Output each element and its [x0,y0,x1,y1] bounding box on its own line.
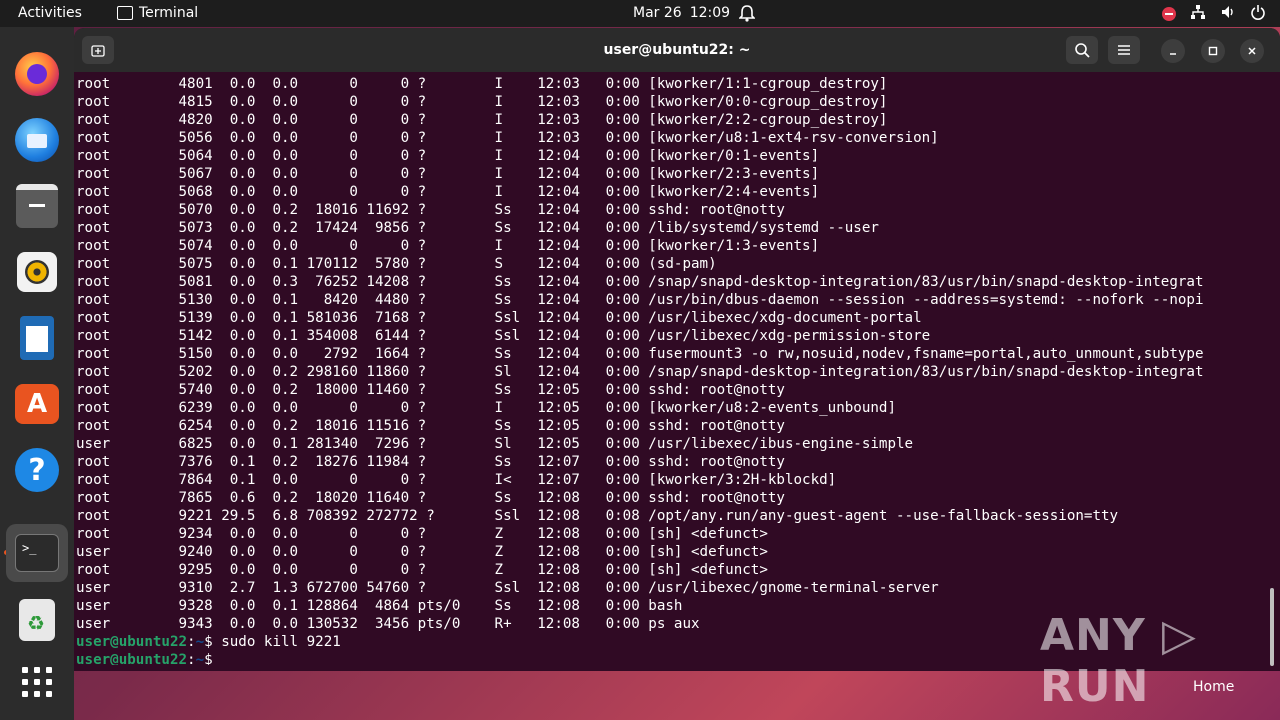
app-name: Terminal [139,5,199,21]
terminal-line: root 5070 0.0 0.2 18016 11692 ? Ss 12:04… [76,202,785,218]
terminal-line: root 5068 0.0 0.0 0 0 ? I 12:04 0:00 [kw… [76,184,820,200]
dock-rhythmbox[interactable] [10,245,64,299]
terminal-icon [117,6,133,20]
prompt-user: user@ubuntu22 [76,652,188,665]
prompt-separator: : [187,634,196,650]
maximize-icon [1208,46,1218,56]
dock-trash[interactable] [10,593,64,647]
clock-date: Mar 26 [633,5,682,21]
menu-button[interactable] [1108,36,1140,64]
terminal-window: user@ubuntu22: ~ root 4801 0.0 0.0 0 0 ?… [74,28,1280,671]
prompt-separator: : [187,652,196,665]
trash-icon [19,599,55,641]
desktop-home-label[interactable]: Home [1193,679,1234,695]
terminal-icon: >_ [15,534,59,572]
volume-icon [1220,4,1236,24]
terminal-line: root 9234 0.0 0.0 0 0 ? Z 12:08 0:00 [sh… [76,526,768,542]
terminal-line: root 5740 0.0 0.2 18000 11460 ? Ss 12:05… [76,382,785,398]
show-apps-button[interactable] [10,655,64,709]
clock-time: 12:09 [689,5,731,21]
bell-icon [738,4,756,26]
hamburger-menu-icon [1118,45,1130,55]
terminal-line: root 7376 0.1 0.2 18276 11984 ? Ss 12:07… [76,454,785,470]
terminal-line: root 7864 0.1 0.0 0 0 ? I< 12:07 0:00 [k… [76,472,837,488]
close-icon [1248,47,1256,55]
activities-button[interactable]: Activities [18,5,82,21]
app-center-icon: A [15,384,59,424]
files-icon [16,184,58,228]
minimize-icon [1170,53,1176,55]
terminal-line: root 5142 0.0 0.1 354008 6144 ? Ssl 12:0… [76,328,931,344]
app-grid-icon [22,667,52,697]
terminal-line: root 5056 0.0 0.0 0 0 ? I 12:03 0:00 [kw… [76,130,939,146]
libreoffice-writer-icon [20,316,54,360]
command-text: sudo kill 9221 [212,634,341,650]
prompt-user: user@ubuntu22 [76,634,188,650]
terminal-line: root 9295 0.0 0.0 0 0 ? Z 12:08 0:00 [sh… [76,562,768,578]
dock-writer[interactable] [10,311,64,365]
dock-firefox[interactable] [10,47,64,101]
search-button[interactable] [1066,36,1098,64]
do-not-disturb-icon [1162,7,1176,21]
prompt-path: ~ [195,634,205,650]
terminal-line: root 5067 0.0 0.0 0 0 ? I 12:04 0:00 [kw… [76,166,820,182]
clock[interactable]: Mar 26 12:09 [633,5,730,21]
dock-help[interactable]: ? [10,443,64,497]
terminal-line: root 4815 0.0 0.0 0 0 ? I 12:03 0:00 [kw… [76,94,888,110]
maximize-button[interactable] [1201,39,1225,63]
anyrun-watermark: ANY ▷ RUN [1040,610,1197,712]
terminal-output[interactable]: root 4801 0.0 0.0 0 0 ? I 12:03 0:00 [kw… [76,75,1262,665]
dock-app-center[interactable]: A [10,377,64,431]
terminal-line: root 4820 0.0 0.0 0 0 ? I 12:03 0:00 [kw… [76,112,888,128]
help-icon: ? [15,448,59,492]
terminal-line: user 6825 0.0 0.1 281340 7296 ? Sl 12:05… [76,436,914,452]
terminal-line: root 5075 0.0 0.1 170112 5780 ? S 12:04 … [76,256,717,272]
minimize-button[interactable] [1161,39,1185,63]
terminal-line: root 5202 0.0 0.2 298160 11860 ? Sl 12:0… [76,364,1204,380]
terminal-line: root 5150 0.0 0.0 2792 1664 ? Ss 12:04 0… [76,346,1204,362]
prompt-symbol: $ [204,652,213,665]
terminal-line: root 5130 0.0 0.1 8420 4480 ? Ss 12:04 0… [76,292,1204,308]
terminal-line: root 4801 0.0 0.0 0 0 ? I 12:03 0:00 [kw… [76,76,888,92]
power-icon [1250,4,1266,24]
thunderbird-icon [15,118,59,162]
terminal-line: user 9240 0.0 0.0 0 0 ? Z 12:08 0:00 [sh… [76,544,768,560]
terminal-line: root 5064 0.0 0.0 0 0 ? I 12:04 0:00 [kw… [76,148,820,164]
terminal-line: root 6239 0.0 0.0 0 0 ? I 12:05 0:00 [kw… [76,400,896,416]
firefox-icon [15,52,59,96]
terminal-line: root 6254 0.0 0.2 18016 11516 ? Ss 12:05… [76,418,785,434]
terminal-line: root 5073 0.0 0.2 17424 9856 ? Ss 12:04 … [76,220,879,236]
terminal-line: user 9310 2.7 1.3 672700 54760 ? Ssl 12:… [76,580,939,596]
terminal-line: root 9221 29.5 6.8 708392 272772 ? Ssl 1… [76,508,1119,524]
top-bar: Activities Terminal Mar 26 12:09 [0,0,1280,27]
dock: A ? >_ [0,27,74,720]
rhythmbox-icon [17,252,57,292]
system-tray[interactable] [1162,4,1266,24]
window-title: user@ubuntu22: ~ [603,42,751,58]
dock-files[interactable] [10,179,64,233]
network-icon [1190,4,1206,24]
command-text [213,652,222,665]
prompt-symbol: $ [204,634,213,650]
prompt-path: ~ [195,652,205,665]
terminal-line: root 7865 0.6 0.2 18020 11640 ? Ss 12:08… [76,490,785,506]
terminal-line: root 5139 0.0 0.1 581036 7168 ? Ssl 12:0… [76,310,922,326]
terminal-line: root 5081 0.0 0.3 76252 14208 ? Ss 12:04… [76,274,1204,290]
close-button[interactable] [1240,39,1264,63]
app-menu[interactable]: Terminal [117,5,198,21]
dock-terminal[interactable]: >_ [6,524,68,582]
search-icon [1075,43,1090,58]
terminal-line: root 5074 0.0 0.0 0 0 ? I 12:04 0:00 [kw… [76,238,820,254]
dock-thunderbird[interactable] [10,113,64,167]
window-header: user@ubuntu22: ~ [74,28,1280,72]
